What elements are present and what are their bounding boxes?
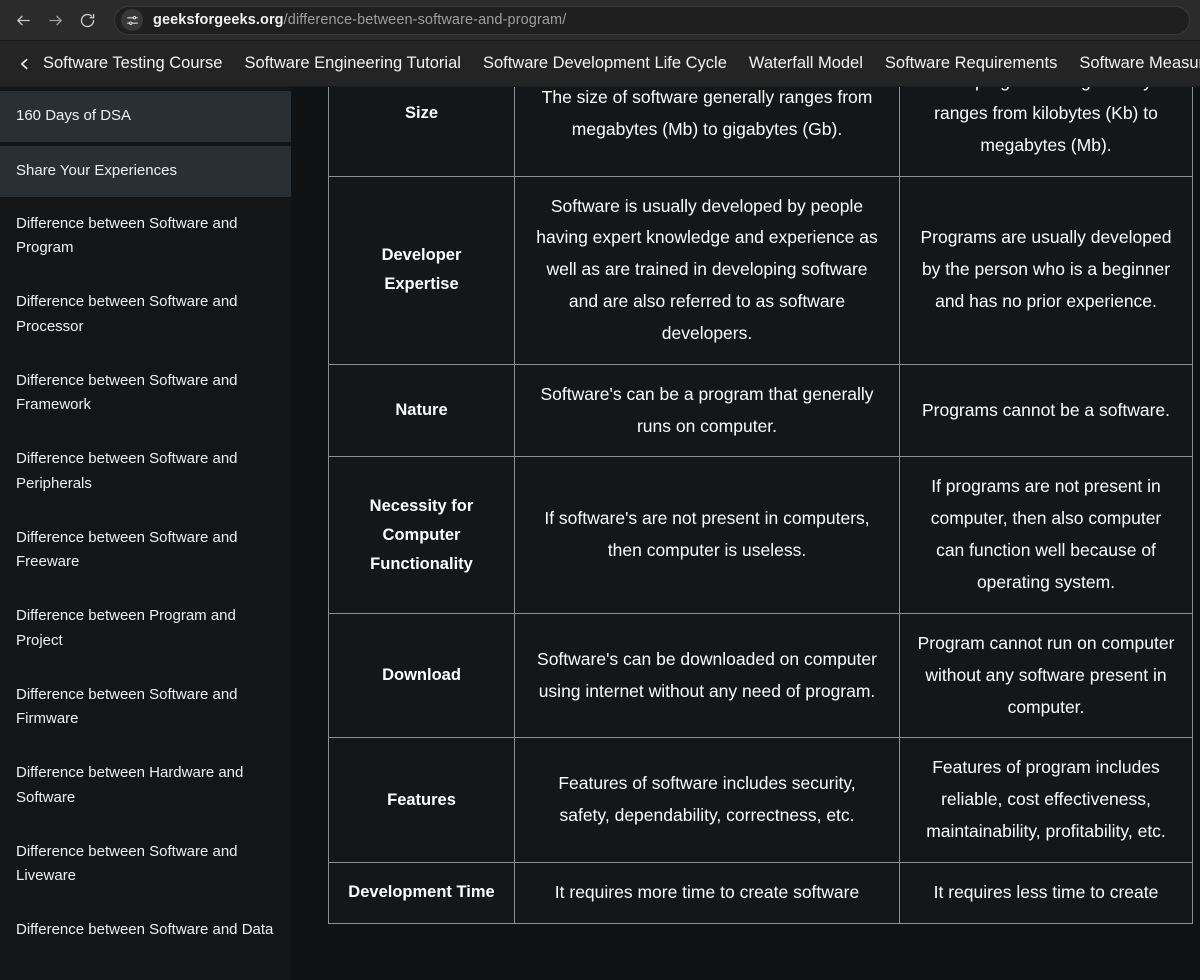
row-feature-development-time: Development Time [328,861,515,924]
sidebar-item-software-and-peripherals[interactable]: Difference between Software and Peripher… [0,432,291,511]
sidebar-item-software-and-data[interactable]: Difference between Software and Data [0,903,291,957]
table-row: Size The size of software generally rang… [328,87,1193,177]
row-feature-size: Size [328,87,515,177]
comparison-table: Size The size of software generally rang… [328,87,1193,924]
reload-button[interactable] [72,5,102,35]
row-feature-features: Features [328,737,515,863]
table-row: Necessity for Computer Functionality If … [328,456,1193,614]
chevron-left-icon[interactable] [18,55,31,73]
row-program-necessity: If programs are not present in computer,… [899,456,1193,614]
nav-item-software-measurement[interactable]: Software Measurement [1079,54,1200,73]
sidebar-item-software-and-program[interactable]: Difference between Software and Program [0,197,291,276]
sidebar-item-160-days-of-dsa[interactable]: 160 Days of DSA [0,91,291,142]
tune-sliders-icon[interactable] [121,9,143,31]
row-program-download: Program cannot run on computer without a… [899,612,1193,739]
row-software-nature: Software's can be a program that general… [514,363,900,458]
sidebar-item-share-your-experiences[interactable]: Share Your Experiences [0,145,291,197]
nav-item-software-development-life-cycle[interactable]: Software Development Life Cycle [483,54,745,73]
site-navigation-bar: Software Testing Course Software Enginee… [0,41,1200,87]
row-software-development-time: It requires more time to create software [514,861,900,924]
row-software-features: Features of software includes security, … [514,737,900,863]
table-row: Nature Software's can be a program that … [328,363,1193,458]
arrow-right-icon [47,12,64,29]
sidebar-item-software-and-firmware[interactable]: Difference between Software and Firmware [0,668,291,747]
back-button[interactable] [8,5,38,35]
sidebar-item-program-and-project[interactable]: Difference between Program and Project [0,589,291,668]
nav-item-waterfall-model[interactable]: Waterfall Model [749,54,881,73]
table-row: Developer Expertise Software is usually … [328,175,1193,365]
reload-icon [79,12,96,29]
sidebar-item-software-and-processor[interactable]: Difference between Software and Processo… [0,275,291,354]
url-path: /difference-between-software-and-program… [283,12,567,28]
row-feature-developer-expertise: Developer Expertise [328,175,515,365]
sidebar-item-hardware-and-software[interactable]: Difference between Hardware and Software [0,746,291,825]
forward-button[interactable] [40,5,70,35]
arrow-left-icon [15,12,32,29]
row-program-developer-expertise: Programs are usually developed by the pe… [899,175,1193,365]
address-bar[interactable]: geeksforgeeks.org/difference-between-sof… [114,5,1190,35]
sidebar-item-software-and-freeware[interactable]: Difference between Software and Freeware [0,511,291,590]
sidebar-item-software-and-liveware[interactable]: Difference between Software and Liveware [0,825,291,904]
row-program-nature: Programs cannot be a software. [899,363,1193,458]
row-program-development-time: It requires less time to create [899,861,1193,924]
table-row: Download Software's can be downloaded on… [328,612,1193,739]
nav-item-software-testing-course[interactable]: Software Testing Course [43,54,240,73]
row-feature-nature: Nature [328,363,515,458]
row-feature-download: Download [328,612,515,739]
address-bar-text: geeksforgeeks.org/difference-between-sof… [153,12,566,28]
nav-item-software-requirements[interactable]: Software Requirements [885,54,1075,73]
sidebar: 160 Days of DSA Share Your Experiences D… [0,87,291,980]
row-program-features: Features of program includes reliable, c… [899,737,1193,863]
browser-toolbar: geeksforgeeks.org/difference-between-sof… [0,0,1200,41]
url-domain: geeksforgeeks.org [153,12,284,28]
main-content: Size The size of software generally rang… [291,87,1200,980]
row-software-size: The size of software generally ranges fr… [514,87,900,177]
sidebar-item-software-and-framework[interactable]: Difference between Software and Framewor… [0,354,291,433]
row-feature-necessity: Necessity for Computer Functionality [328,456,515,614]
row-software-developer-expertise: Software is usually developed by people … [514,175,900,365]
row-software-download: Software's can be downloaded on computer… [514,612,900,739]
table-row: Features Features of software includes s… [328,737,1193,863]
row-software-necessity: If software's are not present in compute… [514,456,900,614]
row-program-size: The program size generally ranges from k… [899,87,1193,177]
table-row: Development Time It requires more time t… [328,861,1193,924]
nav-item-software-engineering-tutorial[interactable]: Software Engineering Tutorial [244,54,478,73]
page-body: 160 Days of DSA Share Your Experiences D… [0,87,1200,980]
